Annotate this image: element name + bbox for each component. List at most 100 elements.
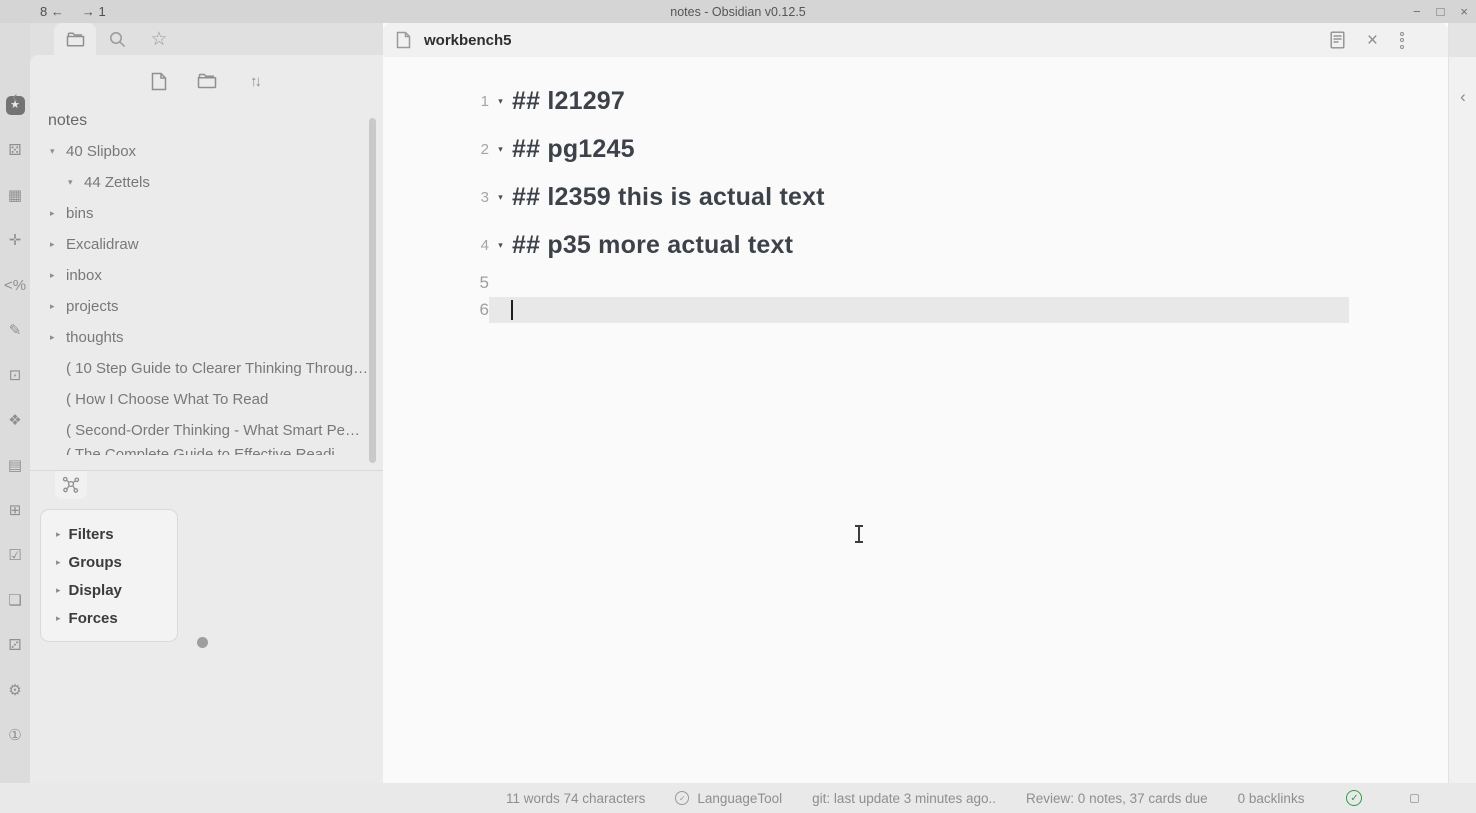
file-tree-scrollbar[interactable] <box>369 118 376 463</box>
status-bar: 11 words 74 characters ✓ LanguageTool gi… <box>0 783 1476 813</box>
left-sidebar: ☆ ↑↓ notes <box>30 23 383 783</box>
sync-status-icon[interactable] <box>1410 794 1419 803</box>
collapse-arrow-icon: ▸ <box>50 332 66 343</box>
chevron-right-icon: ▸ <box>56 613 61 624</box>
pan-move-icon[interactable]: ✛ <box>0 218 30 263</box>
line-text: ## l2359 this is actual text <box>512 183 825 212</box>
text-cursor <box>511 300 513 320</box>
tab-starred[interactable]: ☆ <box>138 23 180 55</box>
languagetool-status[interactable]: ✓ LanguageTool <box>675 791 782 806</box>
close-pane-icon[interactable]: × <box>1367 31 1378 50</box>
collapse-arrow-icon: ▾ <box>50 146 66 157</box>
line-number: 1 <box>383 93 489 110</box>
graph-node[interactable] <box>197 637 208 648</box>
new-note-icon[interactable] <box>148 70 170 92</box>
vault-name[interactable]: notes <box>48 112 383 130</box>
fold-arrow-icon[interactable]: ▾ <box>489 192 512 203</box>
tree-item[interactable]: ▾ 40 Slipbox <box>30 136 383 167</box>
maximize-button[interactable]: □ <box>1437 4 1445 19</box>
tree-item[interactable]: ▸ Excalidraw <box>30 229 383 260</box>
blocks-puzzle-icon[interactable]: ⊞ <box>0 488 30 533</box>
graph-section[interactable]: ▸ Display <box>56 576 177 604</box>
line-number: 3 <box>383 189 489 206</box>
pencil-capsule-icon[interactable]: ✎ <box>0 308 30 353</box>
tree-item[interactable]: ( The Complete Guide to Effective Readi… <box>30 446 383 455</box>
git-status[interactable]: git: last update 3 minutes ago.. <box>812 791 996 806</box>
editor-body[interactable]: 1 ▾ ## l21297 2 ▾ ## pg1245 3 <box>383 57 1448 783</box>
right-sidebar-collapsed: ‹ <box>1448 23 1476 783</box>
daily-note-icon[interactable]: ① <box>0 713 30 758</box>
new-folder-icon[interactable] <box>196 70 218 92</box>
random-note-dice-icon[interactable]: ⚄ <box>0 128 30 173</box>
line-number: 5 <box>383 273 489 293</box>
editor-line: 6 <box>383 296 1448 323</box>
tree-item-label: ( 10 Step Guide to Clearer Thinking Thro… <box>66 360 368 377</box>
dice-icon[interactable]: ⚂ <box>0 623 30 668</box>
sort-order-icon[interactable]: ↑↓ <box>244 70 266 92</box>
close-window-button[interactable]: × <box>1460 4 1468 19</box>
editor-header: workbench5 × <box>383 23 1448 57</box>
ok-check-icon[interactable]: ✓ <box>1346 790 1362 806</box>
copy-pages-icon[interactable]: ❏ <box>0 578 30 623</box>
graph-icon[interactable]: ❖ <box>0 398 30 443</box>
tree-item-label: ( How I Choose What To Read <box>66 391 268 408</box>
file-tree: ▾ 40 Slipbox ▾ 44 Zettels ▸ bins ▸ Excal… <box>30 136 383 455</box>
fold-arrow-icon[interactable]: ▾ <box>489 240 512 251</box>
word-count: 11 words 74 characters <box>506 791 645 806</box>
graph-section[interactable]: ▸ Forces <box>56 604 177 632</box>
tree-item[interactable]: ▸ thoughts <box>30 322 383 353</box>
tree-item-label: 44 Zettels <box>84 174 150 191</box>
sidebar-tab-strip: ☆ <box>30 23 383 55</box>
collapse-left-sidebar-icon[interactable]: ‹ <box>0 85 30 109</box>
tree-item[interactable]: ( Second-Order Thinking - What Smart Pe… <box>30 415 383 446</box>
tree-item-label: inbox <box>66 267 102 284</box>
languagetool-check-icon: ✓ <box>675 791 689 805</box>
tree-item[interactable]: ( How I Choose What To Read <box>30 384 383 415</box>
chevron-right-icon: ▸ <box>56 557 61 568</box>
tab-search[interactable] <box>96 23 138 55</box>
tree-item-label: projects <box>66 298 119 315</box>
search-icon <box>109 31 126 48</box>
collapse-arrow-icon: ▸ <box>50 301 66 312</box>
expand-right-sidebar-icon[interactable]: ‹ <box>1449 85 1476 109</box>
file-pane-actions: ↑↓ <box>30 55 383 92</box>
backlinks-count[interactable]: 0 backlinks <box>1238 791 1305 806</box>
collapse-arrow-icon: ▾ <box>68 177 84 188</box>
card-deck-icon[interactable]: ▤ <box>0 443 30 488</box>
tab-graph-view[interactable] <box>55 471 87 499</box>
tree-item[interactable]: ▸ bins <box>30 198 383 229</box>
collapse-arrow-icon: ▸ <box>50 208 66 219</box>
graph-controls-pane: ▸ Filters ▸ Groups ▸ Display ▸ Forces <box>30 470 383 783</box>
minimize-button[interactable]: − <box>1413 4 1421 19</box>
review-status[interactable]: Review: 0 notes, 37 cards due <box>1026 791 1208 806</box>
window-controls: − □ × <box>1413 0 1468 23</box>
tab-file-explorer[interactable] <box>54 23 96 55</box>
graph-section[interactable]: ▸ Groups <box>56 548 177 576</box>
graph-section-label: Display <box>69 582 122 599</box>
tree-item[interactable]: ▾ 44 Zettels <box>30 167 383 198</box>
tree-item-label: bins <box>66 205 94 222</box>
graph-section-label: Forces <box>69 610 118 627</box>
mouse-cursor-ibeam <box>858 525 860 543</box>
table-settings-icon[interactable]: ⚙ <box>0 668 30 713</box>
reading-view-icon[interactable] <box>1330 31 1345 49</box>
chevron-right-icon: ▸ <box>56 529 61 540</box>
line-number: 6 <box>383 300 489 320</box>
table-icon[interactable]: ▦ <box>0 173 30 218</box>
file-explorer-pane: ↑↓ notes ▾ 40 Slipbox ▾ 44 Zettels ▸ bin… <box>30 55 383 470</box>
line-text: ## p35 more actual text <box>512 231 793 260</box>
templater-icon[interactable]: <% <box>0 263 30 308</box>
fold-arrow-icon[interactable]: ▾ <box>489 96 512 107</box>
fold-arrow-icon[interactable]: ▾ <box>489 144 512 155</box>
folder-icon <box>66 32 85 47</box>
graph-section[interactable]: ▸ Filters <box>56 520 177 548</box>
more-options-icon[interactable] <box>1400 32 1404 49</box>
tree-item[interactable]: ▸ inbox <box>30 260 383 291</box>
flashcard-icon[interactable]: ⊡ <box>0 353 30 398</box>
collapse-arrow-icon: ▸ <box>50 270 66 281</box>
note-title: workbench5 <box>424 32 512 49</box>
calendar-check-icon[interactable]: ☑ <box>0 533 30 578</box>
tree-item[interactable]: ( 10 Step Guide to Clearer Thinking Thro… <box>30 353 383 384</box>
tree-item[interactable]: ▸ projects <box>30 291 383 322</box>
editor-line: 2 ▾ ## pg1245 <box>383 125 1448 173</box>
